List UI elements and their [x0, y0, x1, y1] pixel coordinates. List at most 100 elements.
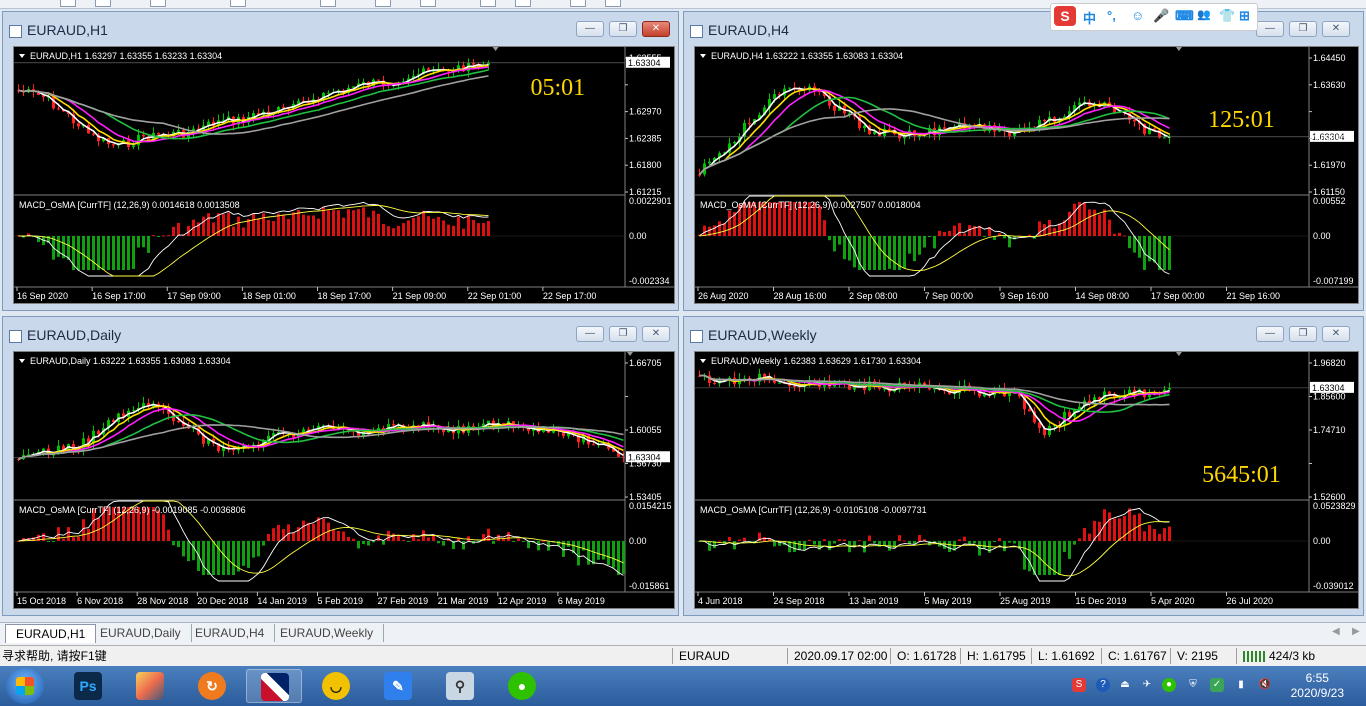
shield-tray-icon[interactable]: ⛨	[1186, 678, 1200, 692]
price-chart[interactable]: 1.968201.856001.747101.633041.52600EURAU…	[695, 352, 1358, 608]
candle-body	[708, 161, 711, 164]
price-chart[interactable]: 1.644501.636301.633041.628101.619701.611…	[695, 47, 1358, 303]
window-titlebar[interactable]: EURAUD,H1 — ❐ ✕	[3, 12, 678, 46]
taskbar-app-blue[interactable]: ✎	[370, 669, 426, 703]
usb-tray-icon[interactable]: ⏏	[1118, 678, 1132, 692]
taskbar-browser[interactable]: ↻	[184, 669, 240, 703]
toolbar-button[interactable]	[230, 0, 246, 7]
chart-area[interactable]: 1.66705 1.63304 1.60055 1.56730 1.53405 EURAU…	[13, 351, 675, 609]
ime-lang-icon[interactable]: 中	[1083, 8, 1096, 27]
window-titlebar[interactable]: EURAUD,H4 — ❐ ✕	[684, 12, 1363, 46]
tab-euraud-daily[interactable]: EURAUD,Daily	[90, 624, 192, 642]
tab-euraud-weekly[interactable]: EURAUD,Weekly	[270, 624, 385, 642]
tab-scroll-right-icon[interactable]: ▶	[1352, 626, 1360, 637]
toolbar-button[interactable]	[605, 0, 621, 7]
macd-histogram-bar	[432, 218, 435, 236]
taskbar-wechat[interactable]: ●	[494, 669, 550, 703]
ime-keyboard-icon[interactable]: ⌨	[1175, 8, 1194, 24]
macd-histogram-bar	[407, 220, 410, 236]
macd-histogram-bar	[157, 236, 160, 238]
macd-histogram-bar	[1008, 541, 1011, 543]
chart-window-daily[interactable]: EURAUD,Daily — ❐ ✕ 1.66705 1.63304 1.60055…	[2, 316, 679, 616]
taskbar-app-figure[interactable]: ⚲	[432, 669, 488, 703]
toolbar-button[interactable]	[95, 0, 111, 7]
toolbar-button[interactable]	[60, 0, 76, 7]
macd-histogram-bar	[713, 225, 716, 236]
ime-emoji-icon[interactable]: ☺	[1131, 8, 1144, 23]
price-chart[interactable]: 1.635551.633041.629701.623851.618001.612…	[14, 47, 674, 303]
candle-body	[157, 132, 160, 135]
ime-punct-icon[interactable]: °,	[1107, 8, 1116, 23]
macd-histogram-bar	[327, 210, 330, 236]
maximize-button[interactable]: ❐	[609, 326, 637, 342]
taskbar-paint[interactable]	[122, 669, 178, 703]
price-axis-label: 1.96820	[1313, 358, 1346, 368]
maximize-button[interactable]: ❐	[1289, 326, 1317, 342]
chart-window-weekly[interactable]: EURAUD,Weekly — ❐ ✕ 1.96820 1.85600 1.7471…	[683, 316, 1364, 616]
system-clock[interactable]: 6:55 2020/9/23	[1291, 671, 1344, 701]
ime-toolbar[interactable]: S 中 °, ☺ 🎤 ⌨ 👥 👕 ⊞	[1050, 3, 1258, 31]
help-tray-icon[interactable]: ?	[1096, 678, 1110, 692]
ime-menu-icon[interactable]: ⊞	[1239, 8, 1250, 24]
close-button[interactable]: ✕	[642, 326, 670, 342]
candle-body	[592, 444, 595, 446]
toolbar-button[interactable]	[480, 0, 496, 7]
maximize-button[interactable]: ❐	[609, 21, 637, 37]
close-button[interactable]: ✕	[642, 21, 670, 37]
macd-histogram-bar	[392, 228, 395, 236]
minimize-button[interactable]: —	[576, 326, 604, 342]
chart-area[interactable]: 1.96820 1.85600 1.74710 1.63304 1.52600 EURAU…	[694, 351, 1359, 609]
maximize-button[interactable]: ❐	[1289, 21, 1317, 37]
macd-histogram-bar	[823, 539, 826, 541]
minimize-button[interactable]: —	[1256, 21, 1284, 37]
taskbar-app-yellow[interactable]: ◡	[308, 669, 364, 703]
macd-title-label: MACD_OsMA [CurrTF] (12,26,9) 0.0014618 0…	[19, 200, 240, 210]
toolbar-button[interactable]	[320, 0, 336, 7]
yellow-app-icon: ◡	[322, 672, 350, 700]
toolbar-button[interactable]	[150, 0, 166, 7]
chart-area[interactable]: 1.64450 1.63630 1.63304 1.62810 1.61970 1.611…	[694, 46, 1359, 304]
close-button[interactable]: ✕	[1322, 21, 1350, 37]
chart-window-h1[interactable]: EURAUD,H1 — ❐ ✕ 1.635551.633041.629701.6…	[2, 11, 679, 311]
sogou-tray-icon[interactable]: S	[1072, 678, 1086, 692]
chart-window-h4[interactable]: EURAUD,H4 — ❐ ✕ 1.64450 1.63630 1.63304 1.6…	[683, 11, 1364, 311]
tab-euraud-h4[interactable]: EURAUD,H4	[185, 624, 276, 642]
window-titlebar[interactable]: EURAUD,Daily — ❐ ✕	[3, 317, 678, 351]
time-axis-label: 12 Apr 2019	[498, 596, 547, 606]
tab-scroll-left-icon[interactable]: ◀	[1332, 626, 1340, 637]
sogou-logo-icon[interactable]: S	[1054, 6, 1076, 26]
ime-voice-icon[interactable]: 🎤	[1153, 8, 1169, 24]
macd-histogram-bar	[267, 220, 270, 236]
macd-histogram-bar	[1148, 525, 1151, 541]
macd-histogram-bar	[302, 214, 305, 236]
macd-histogram-bar	[412, 217, 415, 236]
taskbar-photoshop[interactable]: Ps	[60, 669, 116, 703]
macd-histogram-bar	[257, 218, 260, 236]
price-chart[interactable]: 1.667051.633041.600551.567301.53405EURAU…	[14, 352, 674, 608]
wechat-tray-icon[interactable]: ●	[1162, 678, 1176, 692]
minimize-button[interactable]: —	[576, 21, 604, 37]
security-tray-icon[interactable]: ✓	[1210, 678, 1224, 692]
status-high: H: 1.61795	[960, 648, 1031, 664]
network-tray-icon[interactable]: ▮	[1234, 678, 1248, 692]
time-axis-label: 6 May 2019	[558, 596, 605, 606]
macd-histogram-bar	[1158, 533, 1161, 541]
toolbar-button[interactable]	[515, 0, 531, 7]
start-button[interactable]	[6, 668, 44, 704]
macd-histogram-bar	[883, 541, 886, 546]
taskbar-metatrader[interactable]	[246, 669, 302, 703]
macd-histogram-bar	[427, 216, 430, 236]
toolbar-button[interactable]	[570, 0, 586, 7]
macd-histogram-bar	[387, 226, 390, 236]
toolbar-button[interactable]	[420, 0, 436, 7]
feishu-tray-icon[interactable]: ✈	[1140, 678, 1154, 692]
chart-area[interactable]: 1.635551.633041.629701.623851.618001.612…	[13, 46, 675, 304]
window-titlebar[interactable]: EURAUD,Weekly — ❐ ✕	[684, 317, 1363, 351]
tab-euraud-h1[interactable]: EURAUD,H1	[5, 624, 97, 643]
volume-mute-tray-icon[interactable]: 🔇	[1258, 678, 1272, 692]
close-button[interactable]: ✕	[1322, 326, 1350, 342]
toolbar-button[interactable]	[375, 0, 391, 7]
ime-skin-icon[interactable]: 👕	[1219, 8, 1235, 24]
ime-user-icon[interactable]: 👥	[1197, 8, 1211, 21]
minimize-button[interactable]: —	[1256, 326, 1284, 342]
